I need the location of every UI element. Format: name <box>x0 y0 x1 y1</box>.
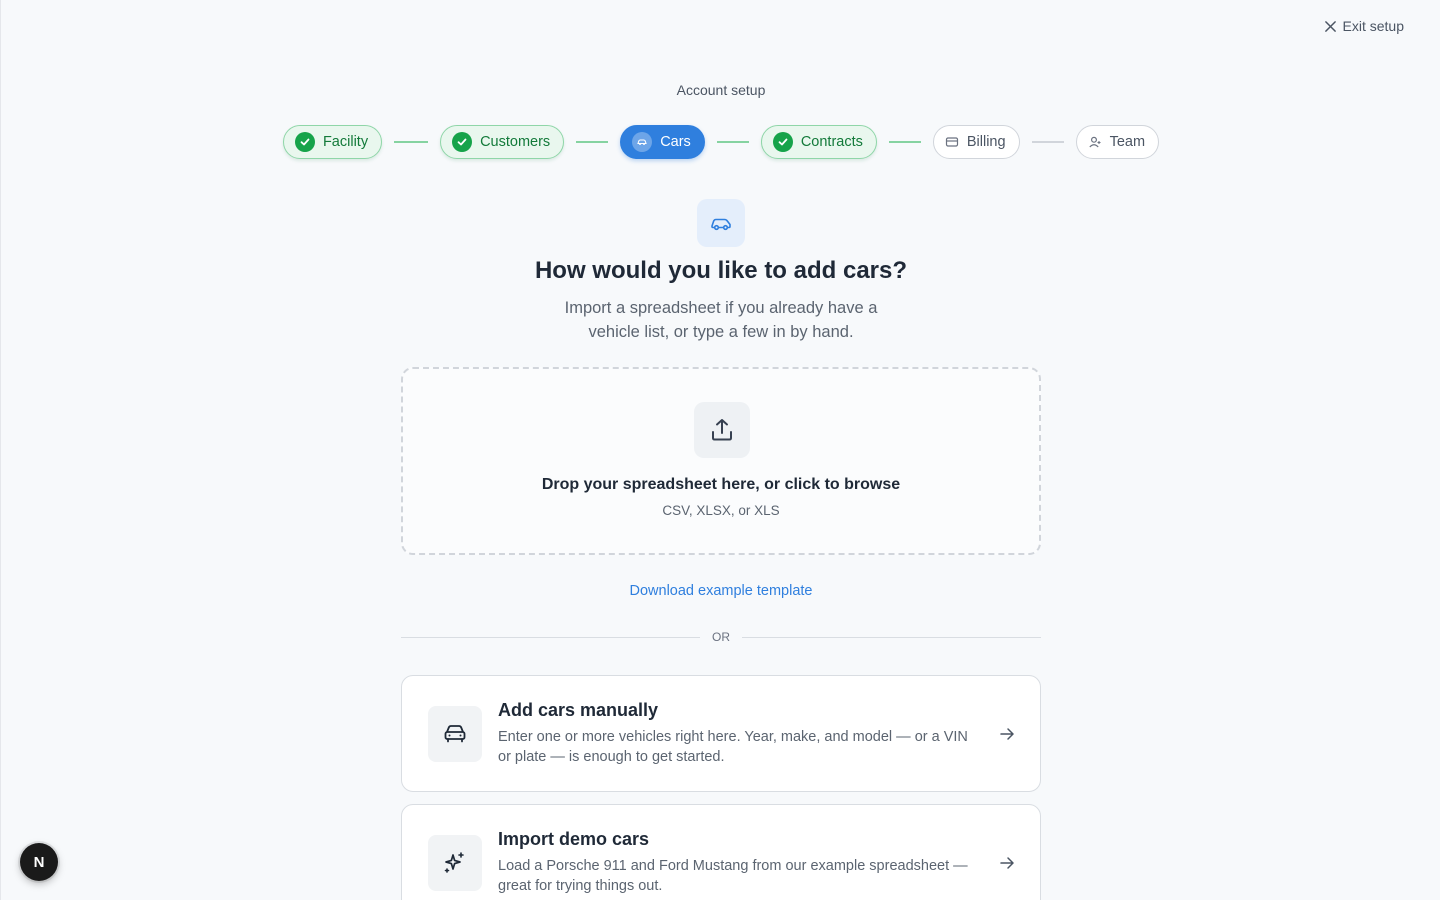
check-icon <box>772 132 793 152</box>
step-connector <box>1031 141 1064 143</box>
setup-page: Exit setup Account setup Facility Custom… <box>0 0 1440 900</box>
spreadsheet-dropzone[interactable]: Drop your spreadsheet here, or click to … <box>401 367 1041 555</box>
step-connector <box>394 141 429 143</box>
dropzone-title: Drop your spreadsheet here, or click to … <box>541 476 901 493</box>
step-label: Customers <box>480 134 551 150</box>
exit-setup-button[interactable]: Exit setup <box>1324 18 1404 34</box>
step-label: Cars <box>660 134 691 150</box>
upload-icon <box>694 402 750 458</box>
setup-stepper: Facility Customers Cars Contracts Billin… <box>1 125 1440 159</box>
page-title: Account setup <box>676 82 766 98</box>
download-template-link[interactable]: Download example template <box>1 583 1440 599</box>
hero-title: How would you like to add cars? <box>534 257 908 284</box>
step-cars[interactable]: Cars <box>620 125 705 159</box>
arrow-right-icon <box>1000 728 1014 740</box>
add-cars-manually-option[interactable]: Add cars manually Enter one or more vehi… <box>401 675 1041 792</box>
step-contracts[interactable]: Contracts <box>760 125 877 159</box>
sparkles-icon <box>428 835 482 891</box>
option-title: Add cars manually <box>498 700 659 720</box>
step-facility[interactable]: Facility <box>282 125 383 159</box>
user-icon <box>1088 135 1102 149</box>
step-label: Team <box>1109 134 1146 150</box>
import-demo-cars-option[interactable]: Import demo cars Load a Porsche 911 and … <box>401 804 1041 900</box>
step-billing[interactable]: Billing <box>932 125 1020 159</box>
or-divider: OR <box>401 630 1041 644</box>
step-connector <box>888 141 921 143</box>
dropzone-hint: CSV, XLSX, or XLS <box>662 503 780 518</box>
option-title: Import demo cars <box>498 829 650 849</box>
step-label: Billing <box>966 134 1006 150</box>
step-connector <box>716 141 749 143</box>
exit-setup-label: Exit setup <box>1342 18 1404 34</box>
hero-subtitle: Import a spreadsheet if you already have… <box>564 299 878 341</box>
option-description: Enter one or more vehicles right here. Y… <box>498 729 968 765</box>
step-team[interactable]: Team <box>1075 125 1160 159</box>
divider-line <box>742 636 1041 638</box>
car-icon <box>697 199 745 247</box>
check-icon <box>294 132 315 152</box>
arrow-right-icon <box>1000 857 1014 869</box>
step-connector <box>576 141 609 143</box>
floating-app-badge[interactable]: N <box>20 843 58 881</box>
step-label: Contracts <box>800 134 863 150</box>
car-front-icon <box>428 706 482 762</box>
divider-label: OR <box>712 630 730 644</box>
option-description: Load a Porsche 911 and Ford Mustang from… <box>498 858 968 894</box>
check-icon <box>452 132 473 152</box>
divider-line <box>401 636 700 638</box>
close-icon <box>1324 20 1336 32</box>
car-icon <box>632 132 653 152</box>
step-customers[interactable]: Customers <box>440 125 565 159</box>
step-label: Facility <box>322 134 369 150</box>
credit-card-icon <box>945 135 959 149</box>
